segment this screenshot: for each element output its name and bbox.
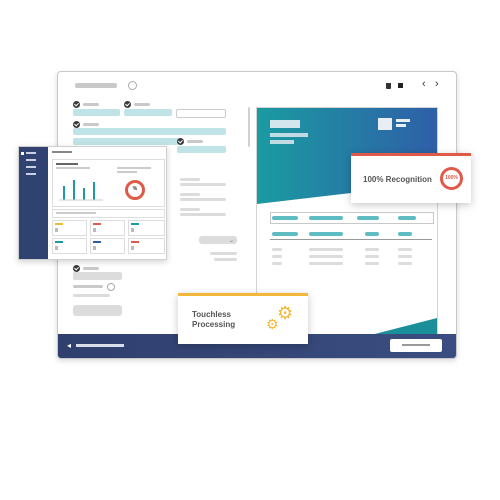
prev-page-button[interactable]: ‹ [422, 78, 426, 90]
text-placeholder [180, 183, 226, 186]
touchless-title-line1: Touchless [192, 310, 231, 319]
recognition-value: 100% [445, 175, 458, 181]
info-icon[interactable] [128, 81, 137, 90]
field-label [83, 103, 99, 106]
field-label [134, 103, 150, 106]
touchless-title-line2: Processing [192, 320, 236, 329]
dashboard-search-bar[interactable] [52, 209, 165, 218]
sidebar-item[interactable] [26, 159, 36, 161]
form-field-wide[interactable] [73, 128, 226, 135]
dashboard-card[interactable] [52, 220, 87, 236]
invoice-title-block [270, 120, 300, 128]
company-logo [378, 118, 392, 130]
table-row [365, 262, 379, 265]
table-row [398, 262, 412, 265]
dashboard-window: % [18, 146, 167, 260]
sidebar-item[interactable] [26, 173, 36, 175]
dashboard-card[interactable] [90, 238, 125, 254]
touchless-card: Touchless Processing ⚙ ⚙ [178, 293, 308, 344]
chevron-left-icon[interactable]: ◂ [67, 341, 71, 350]
company-info [396, 124, 406, 127]
chevron-down-icon: ⌄ [229, 238, 235, 244]
column-header [309, 216, 343, 220]
gear-icon: ⚙ [266, 316, 279, 332]
dashboard-chart-card: % [52, 159, 165, 207]
field-label [73, 285, 103, 288]
form-field[interactable] [73, 109, 120, 116]
column-header [398, 232, 412, 236]
text-placeholder [214, 258, 237, 261]
check-icon [124, 101, 131, 108]
dashboard-card[interactable] [52, 238, 87, 254]
trash-icon[interactable] [386, 83, 391, 89]
scrollbar[interactable] [248, 107, 250, 147]
dashboard-card[interactable] [128, 238, 165, 254]
dashboard-sidebar [19, 147, 48, 259]
column-header [272, 232, 298, 236]
sidebar-item[interactable] [26, 152, 36, 154]
info-icon[interactable] [107, 283, 115, 291]
invoice-subtitle [270, 140, 294, 144]
footer-action-button[interactable] [390, 339, 442, 352]
table-row [365, 255, 379, 258]
check-icon [73, 265, 80, 272]
company-info [396, 119, 410, 122]
divider [270, 239, 432, 240]
column-header [365, 232, 379, 236]
mini-gauge: % [125, 180, 145, 200]
field-label [187, 140, 203, 143]
text-placeholder [210, 252, 237, 255]
field-label [83, 123, 99, 126]
table-row [365, 248, 379, 251]
form-field-empty[interactable] [176, 109, 226, 118]
table-row [272, 262, 282, 265]
text-placeholder [73, 294, 110, 297]
table-row [309, 255, 343, 258]
check-icon [177, 138, 184, 145]
dashboard-card[interactable] [128, 220, 165, 236]
sidebar-item[interactable] [26, 166, 36, 168]
table-row [309, 248, 343, 251]
field-label [83, 267, 99, 270]
gear-icon: ⚙ [277, 303, 294, 323]
table-row [398, 248, 412, 251]
table-row [398, 255, 412, 258]
column-header [357, 216, 379, 220]
dashboard-card[interactable] [90, 220, 125, 236]
form-field[interactable] [73, 272, 122, 280]
column-header [272, 216, 298, 220]
check-icon [73, 101, 80, 108]
action-button-placeholder[interactable] [73, 305, 122, 316]
table-row [272, 248, 282, 251]
text-placeholder [180, 178, 200, 181]
next-page-button[interactable]: › [435, 78, 439, 90]
form-field-wide[interactable] [73, 138, 179, 145]
recognition-gauge: 100% [440, 167, 463, 190]
window-title-placeholder [75, 83, 117, 88]
form-field[interactable] [124, 109, 172, 116]
footer-text-placeholder [76, 344, 124, 347]
invoice-subtitle [270, 133, 308, 137]
mini-bar-chart [59, 180, 103, 201]
text-placeholder [180, 213, 226, 216]
column-header [309, 232, 343, 236]
form-field[interactable] [177, 146, 226, 153]
text-placeholder [180, 198, 226, 201]
stop-icon[interactable] [398, 83, 403, 88]
column-header [398, 216, 416, 220]
text-placeholder [180, 208, 200, 211]
table-row [309, 262, 343, 265]
sidebar-item[interactable] [22, 153, 23, 154]
recognition-label: 100% Recognition [363, 175, 432, 184]
text-placeholder [180, 193, 200, 196]
recognition-card: 100% Recognition 100% [351, 153, 471, 203]
check-icon [73, 121, 80, 128]
gauge-label: % [132, 186, 138, 192]
dashboard-header [52, 151, 72, 153]
table-row [272, 255, 282, 258]
